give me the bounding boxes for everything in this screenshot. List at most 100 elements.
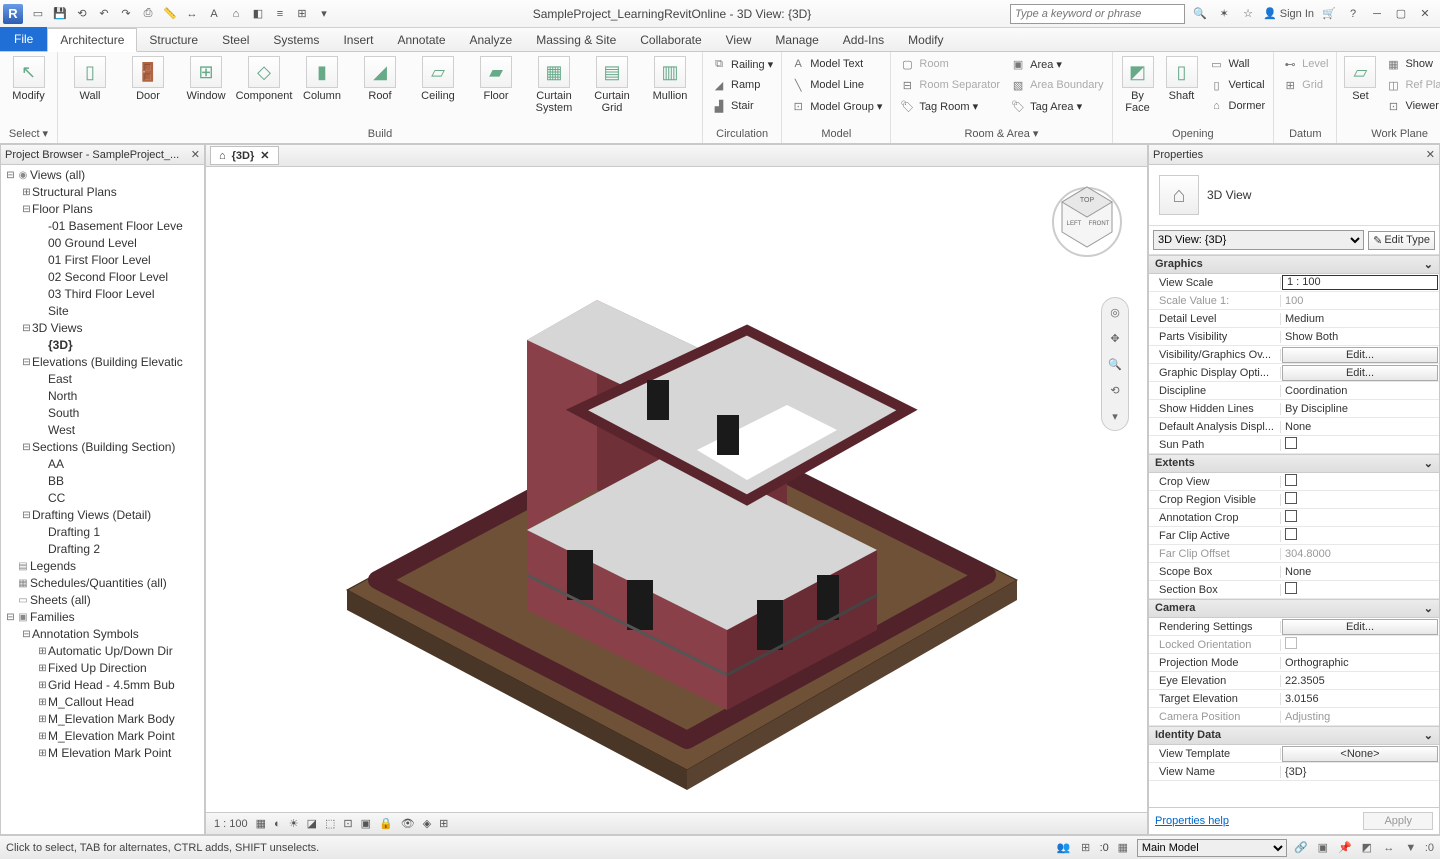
- prop-analysis-display[interactable]: Default Analysis Displ...None: [1149, 418, 1439, 436]
- tree-fp-item[interactable]: 03 Third Floor Level: [1, 286, 204, 303]
- undo-icon[interactable]: ↶: [94, 4, 114, 24]
- curtain-grid-button[interactable]: ▤Curtain Grid: [584, 54, 640, 116]
- prop-value[interactable]: By Discipline: [1281, 403, 1439, 415]
- tree-elev-item[interactable]: North: [1, 388, 204, 405]
- main-model-select[interactable]: Main Model: [1137, 839, 1287, 857]
- orbit-icon[interactable]: ⟲: [1105, 380, 1125, 400]
- tree-3d-item[interactable]: {3D}: [1, 337, 204, 354]
- tree-sect-item[interactable]: BB: [1, 473, 204, 490]
- properties-close-icon[interactable]: ✕: [1426, 148, 1435, 161]
- project-browser-close-icon[interactable]: ✕: [191, 148, 200, 161]
- select-underlay-icon[interactable]: ▣: [1315, 840, 1331, 856]
- tree-elev-item[interactable]: East: [1, 371, 204, 388]
- cat-identity[interactable]: Identity Data⌄: [1149, 726, 1439, 745]
- ramp-button[interactable]: ◢Ramp: [707, 75, 777, 95]
- editable-icon[interactable]: ⊞: [1078, 840, 1094, 856]
- level-button[interactable]: ⊷Level: [1278, 54, 1332, 74]
- temp-hide-icon[interactable]: 👁: [401, 817, 415, 830]
- prop-value[interactable]: {3D}: [1281, 766, 1439, 778]
- switch-win-icon[interactable]: ▾: [314, 4, 334, 24]
- select-face-icon[interactable]: ◩: [1359, 840, 1375, 856]
- tree-anno-item[interactable]: ⊞Automatic Up/Down Dir: [1, 643, 204, 660]
- cat-camera[interactable]: Camera⌄: [1149, 599, 1439, 618]
- checkbox-icon[interactable]: [1285, 437, 1297, 449]
- set-workplane-button[interactable]: ▱Set: [1341, 54, 1379, 116]
- tag-room-button[interactable]: 🏷Tag Room ▾: [895, 96, 1004, 116]
- room-separator-button[interactable]: ⊟Room Separator: [895, 75, 1004, 95]
- open-icon[interactable]: ▭: [28, 4, 48, 24]
- component-button[interactable]: ◇Component: [236, 54, 292, 116]
- prop-discipline[interactable]: DisciplineCoordination: [1149, 382, 1439, 400]
- prop-value[interactable]: <None>: [1282, 746, 1438, 762]
- tag-area-button[interactable]: 🏷Tag Area ▾: [1006, 96, 1107, 116]
- ceiling-button[interactable]: ▱Ceiling: [410, 54, 466, 116]
- expand-icon[interactable]: ▾: [1105, 406, 1125, 426]
- show-workplane-button[interactable]: ▦Show: [1381, 54, 1440, 74]
- tree-draft-item[interactable]: Drafting 1: [1, 524, 204, 541]
- file-tab[interactable]: File: [0, 27, 47, 51]
- grid-button[interactable]: ⊞Grid: [1278, 75, 1332, 95]
- favorite-icon[interactable]: ☆: [1239, 5, 1257, 23]
- minimize-icon[interactable]: ─: [1368, 5, 1386, 23]
- fullnav-icon[interactable]: ◎: [1105, 302, 1125, 322]
- prop-value[interactable]: None: [1281, 421, 1439, 433]
- render-icon[interactable]: ⬚: [325, 817, 335, 830]
- sunpath-icon[interactable]: ☀: [289, 817, 299, 830]
- prop-scope-box[interactable]: Scope BoxNone: [1149, 563, 1439, 581]
- section-icon[interactable]: ◧: [248, 4, 268, 24]
- thinlines-icon[interactable]: ≡: [270, 4, 290, 24]
- prop-value[interactable]: None: [1281, 566, 1439, 578]
- prop-target-elev[interactable]: Target Elevation3.0156: [1149, 690, 1439, 708]
- checkbox-icon[interactable]: [1285, 582, 1297, 594]
- tree-drafting[interactable]: ⊟Drafting Views (Detail): [1, 507, 204, 524]
- text-icon[interactable]: A: [204, 4, 224, 24]
- view-tab-close-icon[interactable]: ✕: [260, 149, 269, 162]
- tree-sheets[interactable]: ▭Sheets (all): [1, 592, 204, 609]
- roomarea-group-label[interactable]: Room & Area ▾: [895, 125, 1107, 143]
- apply-button[interactable]: Apply: [1363, 812, 1433, 830]
- tree-fp-item[interactable]: -01 Basement Floor Leve: [1, 218, 204, 235]
- print-icon[interactable]: ⎙: [138, 4, 158, 24]
- prop-projection[interactable]: Projection ModeOrthographic: [1149, 654, 1439, 672]
- checkbox-icon[interactable]: [1285, 510, 1297, 522]
- cat-graphics[interactable]: Graphics⌄: [1149, 255, 1439, 274]
- prop-detail-level[interactable]: Detail LevelMedium: [1149, 310, 1439, 328]
- cat-extents[interactable]: Extents⌄: [1149, 454, 1439, 473]
- prop-parts-visibility[interactable]: Parts VisibilityShow Both: [1149, 328, 1439, 346]
- prop-far-clip[interactable]: Far Clip Active: [1149, 527, 1439, 545]
- shaft-button[interactable]: ▯Shaft: [1161, 54, 1203, 116]
- prop-crop-region[interactable]: Crop Region Visible: [1149, 491, 1439, 509]
- prop-value[interactable]: Show Both: [1281, 331, 1439, 343]
- area-boundary-button[interactable]: ▧Area Boundary: [1006, 75, 1107, 95]
- type-selector[interactable]: ⌂ 3D View: [1149, 165, 1439, 226]
- design-options-icon[interactable]: ▦: [1115, 840, 1131, 856]
- tree-sections[interactable]: ⊟Sections (Building Section): [1, 439, 204, 456]
- pan-icon[interactable]: ✥: [1105, 328, 1125, 348]
- close-hidden-icon[interactable]: ⊞: [292, 4, 312, 24]
- tab-massing[interactable]: Massing & Site: [524, 29, 628, 51]
- by-face-button[interactable]: ◩By Face: [1117, 54, 1159, 116]
- drawing-canvas[interactable]: TOP LEFT FRONT ◎ ✥ 🔍 ⟲ ▾: [206, 167, 1147, 812]
- tree-sect-item[interactable]: CC: [1, 490, 204, 507]
- prop-graphic-display[interactable]: Graphic Display Opti...Edit...: [1149, 364, 1439, 382]
- door-button[interactable]: 🚪Door: [120, 54, 176, 116]
- checkbox-icon[interactable]: [1285, 528, 1297, 540]
- floor-button[interactable]: ▰Floor: [468, 54, 524, 116]
- tab-systems[interactable]: Systems: [261, 29, 331, 51]
- tree-anno-item[interactable]: ⊞M_Callout Head: [1, 694, 204, 711]
- dimension-icon[interactable]: ↔: [182, 4, 202, 24]
- tree-anno-item[interactable]: ⊞M Elevation Mark Point: [1, 745, 204, 762]
- tree-anno-item[interactable]: ⊞Grid Head - 4.5mm Bub: [1, 677, 204, 694]
- tree-anno-item[interactable]: ⊞M_Elevation Mark Body: [1, 711, 204, 728]
- column-button[interactable]: ▮Column: [294, 54, 350, 116]
- prop-value[interactable]: 1 : 100: [1282, 275, 1438, 290]
- tree-structural-plans[interactable]: ⊞Structural Plans: [1, 184, 204, 201]
- window-button[interactable]: ⊞Window: [178, 54, 234, 116]
- tree-draft-item[interactable]: Drafting 2: [1, 541, 204, 558]
- tab-structure[interactable]: Structure: [137, 29, 210, 51]
- maximize-icon[interactable]: ▢: [1392, 5, 1410, 23]
- crop-icon[interactable]: ⊡: [343, 817, 352, 830]
- prop-view-scale[interactable]: View Scale1 : 100: [1149, 274, 1439, 292]
- ref-plane-button[interactable]: ◫Ref Plane: [1381, 75, 1440, 95]
- opening-wall-button[interactable]: ▭Wall: [1205, 54, 1270, 74]
